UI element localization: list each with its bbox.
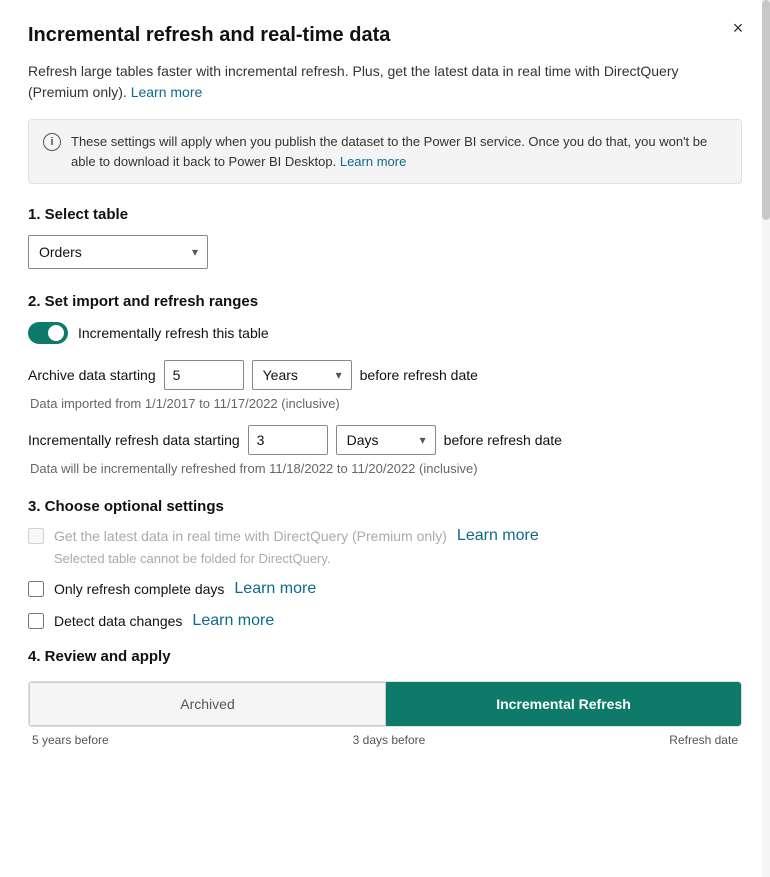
refresh-value-input[interactable] [248,425,328,455]
incremental-toggle[interactable] [28,322,68,344]
directquery-label: Get the latest data in real time with Di… [54,528,447,544]
complete-days-checkbox[interactable] [28,581,44,597]
table-select[interactable]: Orders [28,235,208,269]
timeline-label-middle: 3 days before [353,733,426,747]
table-select-container: Orders ▾ [28,235,742,269]
detect-changes-checkbox[interactable] [28,613,44,629]
toggle-row: Incrementally refresh this table [28,322,742,344]
archive-value-input[interactable] [164,360,244,390]
complete-days-row: Only refresh complete days Learn more [28,580,742,598]
refresh-hint: Data will be incrementally refreshed fro… [30,461,742,476]
close-button[interactable]: × [724,14,752,42]
scrollbar-thumb[interactable] [762,0,770,220]
section-4-title: 4. Review and apply [28,648,742,665]
timeline-container: Archived Incremental Refresh [28,681,742,727]
scrollbar-track [762,0,770,877]
info-box-text: These settings will apply when you publi… [71,132,727,171]
info-box: i These settings will apply when you pub… [28,119,742,184]
archive-label: Archive data starting [28,367,156,383]
timeline-label-right: Refresh date [669,733,738,747]
section-1: 1. Select table Orders ▾ [28,206,742,269]
archive-hint: Data imported from 1/1/2017 to 11/17/202… [30,396,742,411]
detect-changes-learn-more-link[interactable]: Learn more [192,612,274,630]
directquery-row: Get the latest data in real time with Di… [28,527,742,545]
archive-unit-select[interactable]: Days Years Months [252,360,352,390]
timeline-incremental-bar: Incremental Refresh [386,682,741,726]
section-3: 3. Choose optional settings Get the late… [28,498,742,630]
section-2-title: 2. Set import and refresh ranges [28,293,742,310]
section-1-title: 1. Select table [28,206,742,223]
detect-changes-row: Detect data changes Learn more [28,612,742,630]
directquery-checkbox[interactable] [28,528,44,544]
info-learn-more-link[interactable]: Learn more [340,154,406,169]
archive-unit-wrapper: Days Years Months ▾ [252,360,352,390]
directquery-note: Selected table cannot be folded for Dire… [54,551,742,566]
section-3-title: 3. Choose optional settings [28,498,742,515]
close-icon: × [733,18,744,39]
intro-text: Refresh large tables faster with increme… [28,61,742,103]
complete-days-learn-more-link[interactable]: Learn more [234,580,316,598]
refresh-suffix: before refresh date [444,432,562,448]
refresh-label: Incrementally refresh data starting [28,432,240,448]
timeline-label-left: 5 years before [32,733,109,747]
timeline-bars: Archived Incremental Refresh [29,682,741,726]
complete-days-label: Only refresh complete days [54,581,224,597]
section-4: 4. Review and apply Archived Incremental… [28,648,742,747]
section-2: 2. Set import and refresh ranges Increme… [28,293,742,476]
toggle-thumb [48,325,64,341]
archive-range-row: Archive data starting Days Years Months … [28,360,742,390]
directquery-learn-more-link[interactable]: Learn more [457,527,539,545]
dialog-title: Incremental refresh and real-time data [28,24,742,47]
timeline-labels: 5 years before 3 days before Refresh dat… [28,727,742,747]
archive-suffix: before refresh date [360,367,478,383]
detect-changes-label: Detect data changes [54,613,182,629]
table-select-wrapper: Orders ▾ [28,235,208,269]
toggle-label: Incrementally refresh this table [78,325,269,341]
intro-learn-more-link[interactable]: Learn more [131,84,203,100]
timeline-archived-bar: Archived [29,682,386,726]
refresh-range-row: Incrementally refresh data starting Days… [28,425,742,455]
dialog: × Incremental refresh and real-time data… [0,0,770,877]
refresh-unit-select[interactable]: Days Months Years [336,425,436,455]
info-icon: i [43,133,61,151]
refresh-unit-wrapper: Days Months Years ▾ [336,425,436,455]
